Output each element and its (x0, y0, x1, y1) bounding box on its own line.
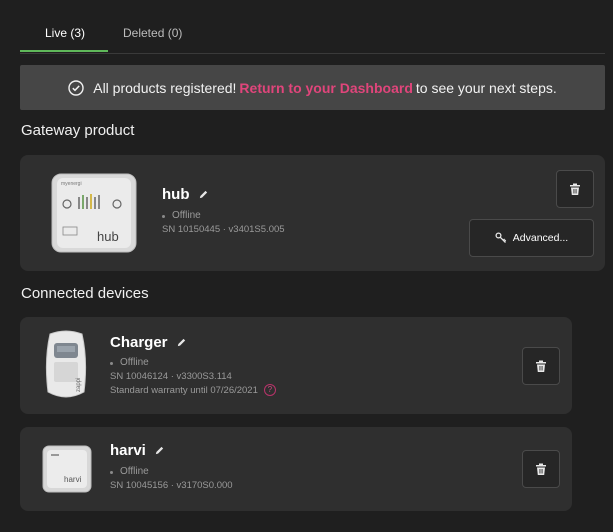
charger-name: Charger (110, 334, 187, 351)
dashboard-link[interactable]: Return to your Dashboard (239, 80, 412, 96)
charger-meta: Offline SN 10046124 · v3300S3.114 Standa… (110, 356, 276, 398)
charger-image-label: zappi (76, 378, 82, 392)
advanced-button[interactable]: Advanced... (469, 219, 594, 257)
device-card: zappi Charger Offline SN 10046124 · v330… (20, 317, 572, 414)
banner-prefix: All products registered! (93, 79, 237, 96)
gateway-name: hub (162, 186, 209, 203)
gateway-meta: Offline SN 10150445 · v3401S5.005 (162, 209, 285, 237)
trash-icon (536, 360, 546, 372)
charger-serial: SN 10046124 · v3300S3.114 (110, 371, 232, 382)
trash-icon (536, 463, 546, 475)
gateway-status: Offline (172, 210, 201, 221)
gateway-card: myenergi hub hub Offline SN 10150445 · v… (20, 155, 605, 271)
hub-device-image: myenergi hub (51, 173, 137, 253)
check-circle-icon (68, 79, 84, 96)
harvi-image-label: harvi (64, 475, 82, 484)
tab-live[interactable]: Live (3) (45, 26, 85, 40)
delete-gateway-button[interactable] (556, 170, 594, 208)
hub-image-brand: myenergi (61, 181, 82, 187)
registration-banner: All products registered! Return to your … (20, 65, 605, 110)
hub-image-label: hub (97, 229, 119, 244)
harvi-meta: Offline SN 10045156 · v3170S0.000 (110, 465, 233, 493)
harvi-serial: SN 10045156 · v3170S0.000 (110, 480, 233, 491)
delete-harvi-button[interactable] (522, 450, 560, 488)
active-tab-indicator (20, 50, 108, 52)
delete-charger-button[interactable] (522, 347, 560, 385)
help-icon[interactable]: ? (263, 384, 276, 397)
charger-device-image: zappi (45, 330, 87, 398)
banner-suffix: to see your next steps. (415, 79, 557, 96)
tab-deleted[interactable]: Deleted (0) (123, 26, 182, 40)
gateway-serial: SN 10150445 · v3401S5.005 (162, 224, 285, 235)
advanced-button-label: Advanced... (512, 232, 569, 244)
edit-pencil-icon[interactable] (154, 445, 165, 456)
key-icon (495, 232, 506, 243)
harvi-device-image: harvi (42, 445, 92, 493)
charger-status: Offline (120, 357, 149, 368)
charger-name-text: Charger (110, 334, 168, 351)
trash-icon (570, 183, 580, 195)
gateway-section-title: Gateway product (21, 122, 135, 139)
harvi-name: harvi (110, 442, 165, 459)
device-card: harvi harvi Offline SN 10045156 · v3170S… (20, 427, 572, 511)
gateway-name-text: hub (162, 186, 190, 203)
harvi-name-text: harvi (110, 442, 146, 459)
charger-warranty-row: Standard warranty until 07/26/2021? (110, 384, 276, 398)
connected-section-title: Connected devices (21, 285, 149, 302)
edit-pencil-icon[interactable] (176, 337, 187, 348)
charger-warranty: Standard warranty until 07/26/2021 (110, 385, 258, 396)
edit-pencil-icon[interactable] (198, 189, 209, 200)
tab-bar: Live (3) Deleted (0) (20, 0, 605, 54)
harvi-status: Offline (120, 466, 149, 477)
